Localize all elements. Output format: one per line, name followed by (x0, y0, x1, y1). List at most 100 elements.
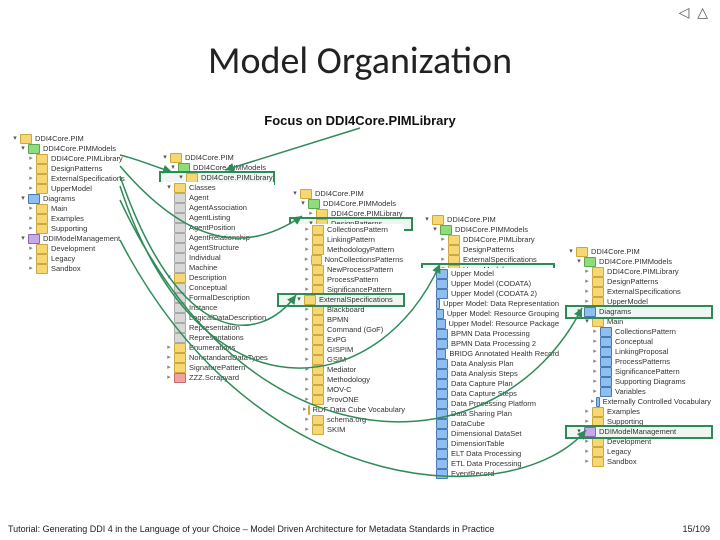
tree-item: Examples (51, 214, 84, 223)
tree-item: Upper Model (451, 269, 494, 278)
tree-item: Upper Model: Resource Grouping (447, 309, 559, 318)
tree-item: DDI4Core.PIM (447, 215, 496, 224)
tree-item: BRIDG Annotated Health Record (449, 349, 559, 358)
tree-item: ProcessPattern (327, 275, 378, 284)
tree-item: NonCollectionsPatterns (325, 255, 403, 264)
tree-item: DDI4Core.PIM (315, 189, 364, 198)
tree-item: Supporting (51, 224, 87, 233)
tree-item: AgentStructure (189, 243, 239, 252)
tree-item: ExternalSpecifications (463, 255, 537, 264)
tree-item: Legacy (607, 447, 631, 456)
tree-item: SKIM (327, 425, 345, 434)
tree-item: DDI4Core.PIMModels (455, 225, 528, 234)
tree-item: BPMN Data Processing 2 (451, 339, 536, 348)
tree-item: Legacy (51, 254, 75, 263)
tree-item: Upper Model (CODATA 2) (451, 289, 537, 298)
tree-item: Sandbox (51, 264, 81, 273)
tree-item: Enumerations (189, 343, 235, 352)
tree-item: Conceptual (189, 283, 227, 292)
tree-item: Representations (189, 333, 244, 342)
tree-item: DesignPatterns (607, 277, 658, 286)
tree-item: DDI4Core.PIMLibrary (331, 209, 403, 218)
tree-item: GISPIM (327, 345, 353, 354)
tree-item: Data Sharing Plan (451, 409, 512, 418)
tree-item: Supporting Diagrams (615, 377, 685, 386)
focus-label: Focus on DDI4Core.PIMLibrary (0, 113, 720, 128)
tree-item: BPMN (327, 315, 349, 324)
page-title: Model Organization (0, 38, 720, 84)
tree-item: Main (51, 204, 67, 213)
tree-item: Agent (189, 193, 209, 202)
tree-item: ProvONE (327, 395, 359, 404)
tree-item: CollectionsPattern (615, 327, 676, 336)
tree-item: SignaturePattern (189, 363, 245, 372)
tree-item: LinkingPattern (327, 235, 375, 244)
tree-item: BPMN Data Processing (451, 329, 530, 338)
tree-item: DDI4Core.PIMLibrary (607, 267, 679, 276)
tree-item: DDI4Core.PIM (591, 247, 640, 256)
tree-item: Data Capture Steps (451, 389, 517, 398)
tree-item: Sandbox (607, 457, 637, 466)
tree-item: LogicalDataDescription (189, 313, 266, 322)
tree-item: Mediator (327, 365, 356, 374)
tree-item: Conceptual (615, 337, 653, 346)
tree-item: Data Analysis Steps (451, 369, 518, 378)
tree-panel-5: ▾DDI4Core.PIM ▾DDI4Core.PIMModels ▸DDI4C… (566, 246, 712, 468)
tree-item: Data Analysis Plan (451, 359, 514, 368)
tree-item-highlighted: DDIModelManagement (599, 427, 676, 436)
tree-item: Machine (189, 263, 217, 272)
tree-item: MethodologyPattern (327, 245, 394, 254)
tree-item: AgentAssociation (189, 203, 247, 212)
tree-item: UpperModel (607, 297, 648, 306)
tree-item: ExternalSpecifications (51, 174, 125, 183)
tree-panel-3: ▸CollectionsPattern ▸LinkingPattern ▸Met… (278, 224, 404, 436)
tree-item: UpperModel (51, 184, 92, 193)
tree-item: RDF Data Cube Vocabulary (313, 405, 406, 414)
tree-panel-1: ▾DDI4Core.PIM ▾DDI4Core.PIMModels ▸DDI4C… (10, 133, 140, 275)
tree-item: DataCube (451, 419, 485, 428)
tree-item: AgentRelationship (189, 233, 250, 242)
tree-item: Blackboard (327, 305, 365, 314)
tree-item: AgentListing (189, 213, 230, 222)
tree-item: Classes (189, 183, 216, 192)
tree-item-highlighted: Diagrams (599, 307, 631, 316)
tree-item: GSIM (327, 355, 346, 364)
tree-item-highlighted: ExternalSpecifications (319, 295, 393, 304)
tree-item: Examples (607, 407, 640, 416)
tree-panel-2: ▾Classes Agent AgentAssociation AgentLis… (148, 182, 274, 384)
tree-item: DimensionTable (451, 439, 504, 448)
tree-item: Development (607, 437, 651, 446)
page-number: 15/109 (682, 524, 710, 534)
tree-item: Instance (189, 303, 217, 312)
tree-item: Data Processing Platform (451, 399, 536, 408)
tree-item: Upper Model: Resource Package (449, 319, 559, 328)
tree-item: Supporting (607, 417, 643, 426)
tree-item: DesignPatterns (51, 164, 102, 173)
tree-item: Externally Controlled Vocabulary (603, 397, 711, 406)
tree-item: Representation (189, 323, 240, 332)
tree-item: CollectionsPattern (327, 225, 388, 234)
tree-item: schema.org (327, 415, 366, 424)
tree-item: FormalDescription (189, 293, 250, 302)
tree-item: DDI4Core.PIMModels (193, 163, 266, 172)
tree-item: AgentPosition (189, 223, 235, 232)
footer-text: Tutorial: Generating DDI 4 in the Langua… (8, 524, 494, 534)
tree-item: DDI4Core.PIMLibrary (51, 154, 123, 163)
tree-item: NewProcessPattern (327, 265, 393, 274)
tree-panel-4: Upper Model Upper Model (CODATA) Upper M… (410, 268, 560, 480)
tree-item: DDI4Core.PIMLibrary (463, 235, 535, 244)
tree-item: DDI4Core.PIMModels (323, 199, 396, 208)
tree-item: ProcessPatterns (615, 357, 670, 366)
tree-item: ELT Data Processing (451, 449, 521, 458)
tree1-root: DDI4Core.PIM (35, 134, 84, 143)
tree-item: DDI4Core.PIM (185, 153, 234, 162)
tree-item: LinkingProposal (615, 347, 668, 356)
tree-item: Command (GoF) (327, 325, 383, 334)
tree-item: ETL Data Processing (451, 459, 522, 468)
tree-item: ZZZ.Scrapyard (189, 373, 239, 382)
tree-item: Variables (615, 387, 646, 396)
slide-nav-arrows[interactable]: ◁ △ (679, 4, 710, 21)
tree-item: DesignPatterns (463, 245, 514, 254)
tree-item: Main (607, 317, 623, 326)
tree-panel-2-header: ▾DDI4Core.PIM ▾DDI4Core.PIMModels ▾DDI4C… (160, 152, 274, 184)
